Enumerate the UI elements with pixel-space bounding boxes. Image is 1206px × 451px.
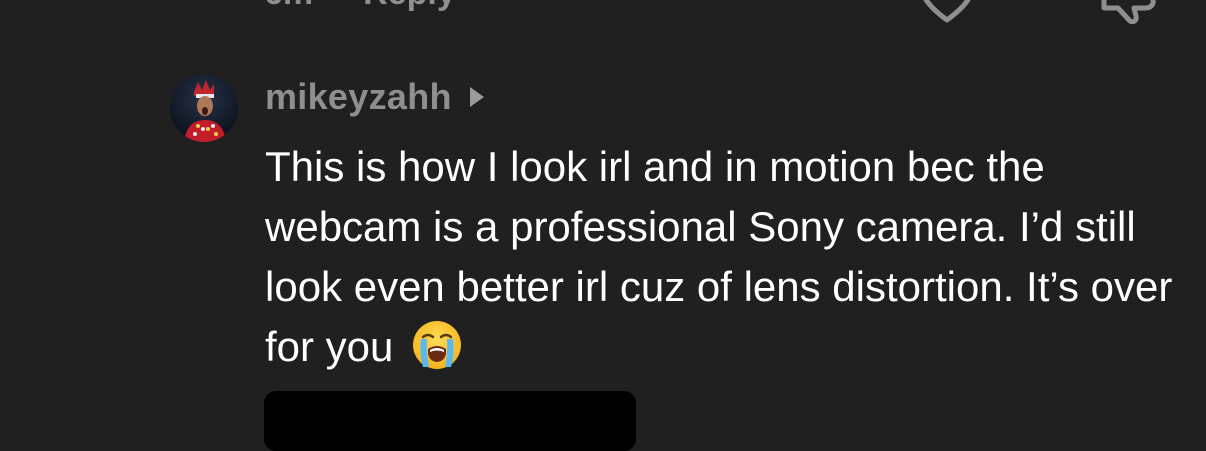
loudly-crying-face-emoji bbox=[413, 321, 462, 369]
heart-icon[interactable] bbox=[918, 0, 976, 24]
comment-body: This is how I look irl and in motion bec… bbox=[265, 137, 1185, 377]
reply-button[interactable]: Reply bbox=[363, 0, 456, 12]
previous-comment-time: 6m bbox=[264, 0, 313, 12]
thumbs-down-icon[interactable] bbox=[1098, 0, 1158, 24]
user-avatar[interactable] bbox=[170, 74, 238, 142]
comment-text: This is how I look irl and in motion bec… bbox=[265, 143, 1173, 370]
comment-header: mikeyzahh bbox=[265, 76, 484, 118]
previous-comment-meta: 6m Reply bbox=[264, 0, 456, 13]
caret-right-icon bbox=[469, 87, 484, 107]
avatar-photo bbox=[170, 74, 238, 142]
attached-media-thumbnail[interactable] bbox=[264, 391, 636, 451]
username[interactable]: mikeyzahh bbox=[265, 76, 452, 118]
